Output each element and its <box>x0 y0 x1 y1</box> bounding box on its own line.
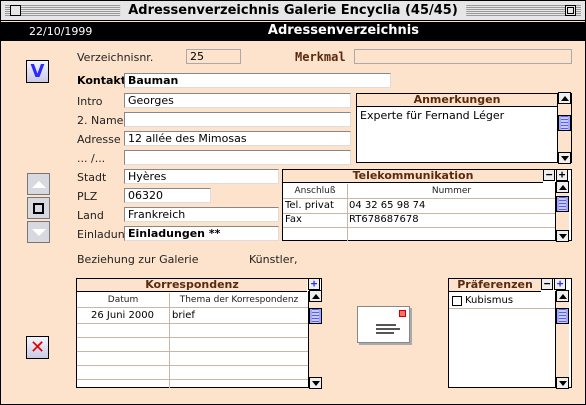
korrespondenz-title: Korrespondenz <box>77 279 307 292</box>
arrow-down-icon <box>32 229 46 236</box>
beziehung-label: Beziehung zur Galerie <box>77 253 199 266</box>
adresse2-label: ... /... <box>77 152 106 165</box>
window-title: Adressenverzeichnis Galerie Encyclia (45… <box>120 3 466 18</box>
arrow-up-icon <box>32 181 46 188</box>
stadt-field[interactable]: Hyères <box>124 169 279 184</box>
divider <box>77 379 308 380</box>
korrespondenz-col-thema: Thema der Korrespondenz <box>179 295 299 305</box>
address-line <box>376 324 396 326</box>
scroll-thumb[interactable] <box>558 115 571 131</box>
page-heading: Adressenverzeichnis <box>267 23 419 38</box>
telekom-scrollbar[interactable] <box>555 181 569 242</box>
stadt-label: Stadt <box>77 171 107 184</box>
korrespondenz-scrollbar[interactable] <box>308 290 322 389</box>
record-list-button[interactable] <box>27 197 50 219</box>
divider <box>77 365 308 366</box>
address-line <box>376 328 400 330</box>
scroll-thumb[interactable] <box>556 196 569 212</box>
divider <box>77 323 308 324</box>
address-line <box>376 332 394 334</box>
kubismus-label: Kubismus <box>465 295 514 306</box>
scroll-up-icon[interactable] <box>556 290 569 302</box>
land-field[interactable]: Frankreich <box>124 207 279 222</box>
intro-label: Intro <box>77 95 103 108</box>
telekom-panel: Telekommunikation − + Anschluß Nummer Te… <box>282 169 572 242</box>
delete-button[interactable]: ✕ <box>26 336 49 359</box>
korrespondenz-row-date[interactable]: 26 Juni 2000 <box>91 310 154 321</box>
divider <box>77 337 308 338</box>
praeferenzen-title: Präferenzen <box>449 279 541 292</box>
check-v-icon: V <box>30 61 45 82</box>
telekom-row-type[interactable]: Fax <box>285 214 302 225</box>
korrespondenz-row-topic[interactable]: brief <box>172 310 195 321</box>
merkmal-label: Merkmal <box>295 50 346 64</box>
scroll-down-icon[interactable] <box>556 377 569 389</box>
title-bar[interactable]: Adressenverzeichnis Galerie Encyclia (45… <box>1 1 585 21</box>
anmerkungen-text[interactable]: Experte für Fernand Léger <box>360 109 504 122</box>
intro-field[interactable]: Georges <box>124 93 351 108</box>
divider <box>283 213 555 214</box>
current-date: 22/10/1999 <box>29 25 93 38</box>
telekom-title: Telekommunikation <box>283 170 543 183</box>
divider <box>77 307 308 308</box>
scroll-up-icon[interactable] <box>558 92 571 104</box>
anmerkungen-panel: Anmerkungen Experte für Fernand Léger <box>356 92 572 164</box>
telekom-row-type[interactable]: Tel. privat <box>285 200 334 211</box>
validate-button[interactable]: V <box>26 60 49 83</box>
merkmal-field[interactable] <box>354 49 572 64</box>
anmerkungen-scrollbar[interactable] <box>557 92 571 164</box>
adresse-field[interactable]: 12 allée des Mimosas <box>124 131 351 146</box>
divider <box>169 293 170 388</box>
korrespondenz-col-datum: Datum <box>107 295 139 305</box>
kubismus-checkbox[interactable] <box>452 296 462 306</box>
telekom-row-number[interactable]: 04 32 65 98 74 <box>349 200 425 211</box>
scroll-up-icon[interactable] <box>556 181 569 193</box>
name2-field[interactable] <box>124 112 351 127</box>
praeferenzen-add-button[interactable]: + <box>554 278 566 290</box>
scroll-down-icon[interactable] <box>556 230 569 242</box>
telekom-col-nummer: Nummer <box>431 186 472 196</box>
square-icon <box>33 203 44 214</box>
divider <box>283 198 555 199</box>
kontakt-label: Kontakt <box>77 74 126 87</box>
header-bar: 22/10/1999 Adressenverzeichnis <box>1 22 585 41</box>
praeferenzen-panel: Präferenzen − + Kubismus <box>448 278 572 389</box>
verzeichnisnr-field[interactable]: 25 <box>186 49 241 64</box>
next-record-button[interactable] <box>27 221 50 243</box>
anmerkungen-title: Anmerkungen <box>357 94 557 107</box>
address-window: Adressenverzeichnis Galerie Encyclia (45… <box>0 0 586 405</box>
divider <box>283 227 555 228</box>
scroll-down-icon[interactable] <box>309 377 322 389</box>
scroll-thumb[interactable] <box>556 308 569 324</box>
previous-record-button[interactable] <box>27 173 50 195</box>
telekom-row-number[interactable]: RT678687678 <box>349 214 419 225</box>
praeferenzen-scrollbar[interactable] <box>555 290 569 389</box>
kontakt-field[interactable]: Bauman <box>124 73 391 88</box>
delete-x-icon: ✕ <box>29 337 46 358</box>
name2-label: 2. Name <box>77 114 124 127</box>
einladung-field[interactable]: Einladungen ** <box>124 226 279 241</box>
scroll-thumb[interactable] <box>309 308 322 324</box>
adresse2-field[interactable] <box>124 150 351 165</box>
verzeichnisnr-label: Verzeichnisnr. <box>77 51 154 64</box>
telekom-col-anschluss: Anschluß <box>294 186 336 196</box>
telekom-add-button[interactable]: + <box>556 169 568 181</box>
divider <box>77 351 308 352</box>
plz-field[interactable]: 06320 <box>124 188 211 203</box>
stamp-icon <box>399 310 406 317</box>
adresse-label: Adresse <box>77 133 121 146</box>
plz-label: PLZ <box>77 190 98 203</box>
envelope-icon[interactable] <box>357 306 410 343</box>
korrespondenz-panel: Korrespondenz + Datum Thema der Korrespo… <box>76 278 322 389</box>
telekom-remove-button[interactable]: − <box>543 169 555 181</box>
zoom-box-icon[interactable] <box>565 5 576 16</box>
korrespondenz-add-button[interactable]: + <box>308 278 320 290</box>
praeferenzen-remove-button[interactable]: − <box>541 278 553 290</box>
beziehung-value: Künstler, <box>249 253 298 266</box>
divider <box>449 308 555 309</box>
land-label: Land <box>77 209 104 222</box>
scroll-up-icon[interactable] <box>309 290 322 302</box>
close-box-icon[interactable] <box>10 5 21 16</box>
scroll-down-icon[interactable] <box>558 152 571 164</box>
